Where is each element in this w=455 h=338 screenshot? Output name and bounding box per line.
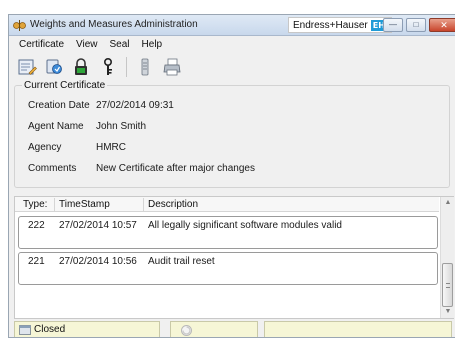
- scroll-up-arrow-icon[interactable]: ▲: [441, 197, 455, 209]
- agent-name-value: John Smith: [96, 121, 147, 132]
- creation-date-label: Creation Date: [28, 100, 90, 111]
- seal-icon: [104, 57, 113, 75]
- lock-button[interactable]: [69, 55, 93, 79]
- column-divider[interactable]: [143, 198, 144, 211]
- printer-settings-button[interactable]: [133, 55, 157, 79]
- title-bar[interactable]: Weights and Measures Administration Endr…: [9, 15, 455, 36]
- window-title: Weights and Measures Administration: [30, 19, 198, 30]
- brand-logo: Endress+Hauser EH: [288, 17, 392, 33]
- busy-status-cell: [170, 321, 258, 337]
- busy-indicator-icon: [181, 325, 192, 336]
- audit-trail-list[interactable]: Type: TimeStamp Description 222 27/02/20…: [14, 196, 454, 319]
- minimize-icon: —: [389, 20, 397, 29]
- printer-settings-icon: [141, 58, 149, 76]
- app-scales-icon: [13, 20, 26, 31]
- print-icon: [163, 58, 181, 76]
- app-window: Weights and Measures Administration Endr…: [8, 14, 455, 338]
- menu-view[interactable]: View: [70, 39, 104, 50]
- lock-icon: [75, 58, 87, 75]
- print-button[interactable]: [160, 55, 184, 79]
- current-certificate-group: Current Certificate Creation Date 27/02/…: [14, 80, 450, 188]
- agent-name-label: Agent Name: [28, 121, 84, 132]
- maximize-icon: □: [413, 20, 419, 29]
- scroll-grip-icon: [446, 283, 450, 288]
- scroll-thumb[interactable]: [442, 263, 453, 307]
- column-divider[interactable]: [54, 198, 55, 211]
- menu-bar: Certificate View Seal Help: [9, 36, 455, 52]
- status-bar: Closed: [9, 321, 455, 337]
- scroll-down-arrow-icon[interactable]: ▼: [441, 306, 455, 318]
- audit-timestamp-cell: 27/02/2014 10:56: [59, 256, 137, 267]
- comments-value: New Certificate after major changes: [96, 163, 255, 174]
- connect-icon: [46, 59, 62, 74]
- close-icon: ✕: [440, 20, 448, 30]
- status-text: Closed: [34, 324, 66, 335]
- seal-button[interactable]: [96, 55, 120, 79]
- menu-help[interactable]: Help: [136, 39, 169, 50]
- brand-text: Endress+Hauser: [293, 19, 368, 31]
- menu-certificate[interactable]: Certificate: [13, 39, 70, 50]
- creation-date-value: 27/02/2014 09:31: [96, 100, 174, 111]
- audit-description-cell: All legally significant software modules…: [148, 220, 342, 231]
- audit-type-cell: 222: [28, 220, 45, 231]
- toolbar: [9, 52, 455, 82]
- toolbar-separator: [126, 57, 127, 77]
- closed-status-icon: [19, 325, 31, 335]
- edit-certificate-icon: [18, 59, 37, 75]
- vertical-scrollbar[interactable]: ▲ ▼: [440, 197, 454, 318]
- audit-header: Type: TimeStamp Description: [15, 197, 439, 212]
- comments-label: Comments: [28, 163, 77, 174]
- close-button[interactable]: ✕: [429, 18, 455, 32]
- agency-value: HMRC: [96, 142, 126, 153]
- connection-status: Closed: [14, 321, 160, 337]
- column-header-description[interactable]: Description: [148, 199, 198, 210]
- audit-row[interactable]: 222 27/02/2014 10:57 All legally signifi…: [18, 216, 438, 249]
- status-message-cell: [264, 321, 452, 337]
- column-header-timestamp[interactable]: TimeStamp: [59, 199, 110, 210]
- edit-certificate-button[interactable]: [15, 55, 39, 79]
- audit-type-cell: 221: [28, 256, 45, 267]
- menu-seal[interactable]: Seal: [104, 39, 136, 50]
- maximize-button[interactable]: □: [406, 18, 426, 32]
- current-certificate-legend: Current Certificate: [22, 80, 108, 91]
- minimize-button[interactable]: —: [383, 18, 403, 32]
- column-header-type[interactable]: Type:: [23, 199, 47, 210]
- audit-description-cell: Audit trail reset: [148, 256, 215, 267]
- connect-button[interactable]: [42, 55, 66, 79]
- agency-label: Agency: [28, 142, 62, 153]
- audit-timestamp-cell: 27/02/2014 10:57: [59, 220, 137, 231]
- audit-row[interactable]: 221 27/02/2014 10:56 Audit trail reset: [18, 252, 438, 285]
